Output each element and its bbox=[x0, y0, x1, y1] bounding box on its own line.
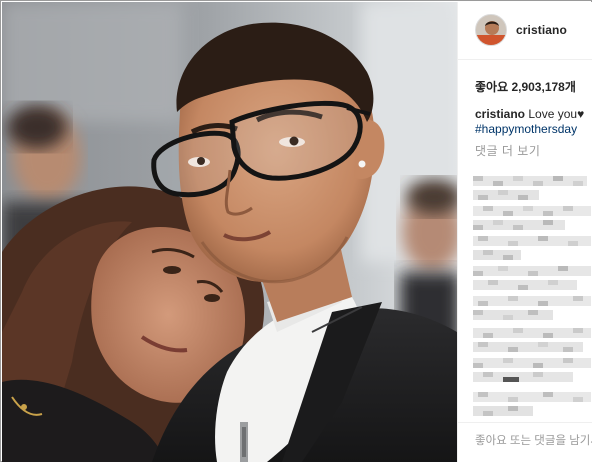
comment-line-10 bbox=[473, 310, 553, 320]
comment-line-5 bbox=[473, 236, 591, 246]
caption-hashtag[interactable]: #happymothersday bbox=[475, 122, 592, 137]
pixelated-comment-text bbox=[473, 406, 533, 416]
pixelated-comment-text bbox=[473, 206, 591, 216]
caption-text: Love you bbox=[528, 107, 578, 121]
comment-line-7 bbox=[473, 266, 591, 276]
pixelated-comment-text bbox=[473, 220, 565, 230]
comment-line-2 bbox=[473, 190, 539, 200]
pixelated-comment-text bbox=[473, 190, 539, 200]
pixelated-comment-text bbox=[473, 358, 591, 368]
comments-list bbox=[473, 162, 592, 416]
comment-line-15 bbox=[473, 392, 591, 402]
comment-line-16 bbox=[473, 406, 533, 416]
post-caption: cristiano Love you♥ #happymothersday bbox=[475, 107, 592, 137]
header-username[interactable]: cristiano bbox=[516, 23, 567, 37]
pixelated-comment-text bbox=[473, 296, 591, 306]
post-photo[interactable] bbox=[2, 2, 457, 462]
pixelated-comment-text bbox=[473, 236, 591, 246]
pixelated-comment-text bbox=[473, 392, 591, 402]
pixelated-comment-text bbox=[473, 280, 577, 290]
pixelated-comment-text bbox=[473, 342, 583, 352]
photo-illustration bbox=[2, 2, 457, 462]
comment-line-8 bbox=[473, 280, 577, 290]
comment-line-3 bbox=[473, 206, 591, 216]
comment-input[interactable]: 좋아요 또는 댓글을 남기세요... bbox=[475, 432, 592, 448]
pixelated-comment-text bbox=[473, 372, 573, 382]
caption-author[interactable]: cristiano bbox=[475, 107, 525, 121]
comment-line-1 bbox=[473, 176, 587, 186]
comment-footer: 좋아요 또는 댓글을 남기세요... bbox=[458, 422, 592, 462]
pixelated-comment-text bbox=[473, 250, 521, 260]
comment-line-12 bbox=[473, 342, 583, 352]
heart-icon: ♥ bbox=[577, 107, 585, 121]
pixelated-comment-text bbox=[473, 328, 591, 338]
comment-line-4 bbox=[473, 220, 565, 230]
comment-line-13 bbox=[473, 358, 591, 368]
comment-line-9 bbox=[473, 296, 591, 306]
comment-line-6 bbox=[473, 250, 521, 260]
post-side-panel: cristiano 좋아요 2,903,178개 cristiano Love … bbox=[457, 2, 592, 462]
view-more-comments-link[interactable]: 댓글 더 보기 bbox=[475, 142, 540, 159]
instagram-post-window: cristiano 좋아요 2,903,178개 cristiano Love … bbox=[0, 0, 592, 462]
likes-count[interactable]: 좋아요 2,903,178개 bbox=[475, 78, 576, 95]
pixelated-comment-text bbox=[473, 310, 553, 320]
profile-avatar[interactable] bbox=[475, 14, 507, 46]
comment-line-14 bbox=[473, 372, 573, 382]
post-header: cristiano bbox=[458, 2, 592, 60]
pixelated-comment-text bbox=[473, 176, 587, 186]
comment-line-11 bbox=[473, 328, 591, 338]
pixelated-comment-text bbox=[473, 266, 591, 276]
avatar-image bbox=[476, 15, 506, 45]
